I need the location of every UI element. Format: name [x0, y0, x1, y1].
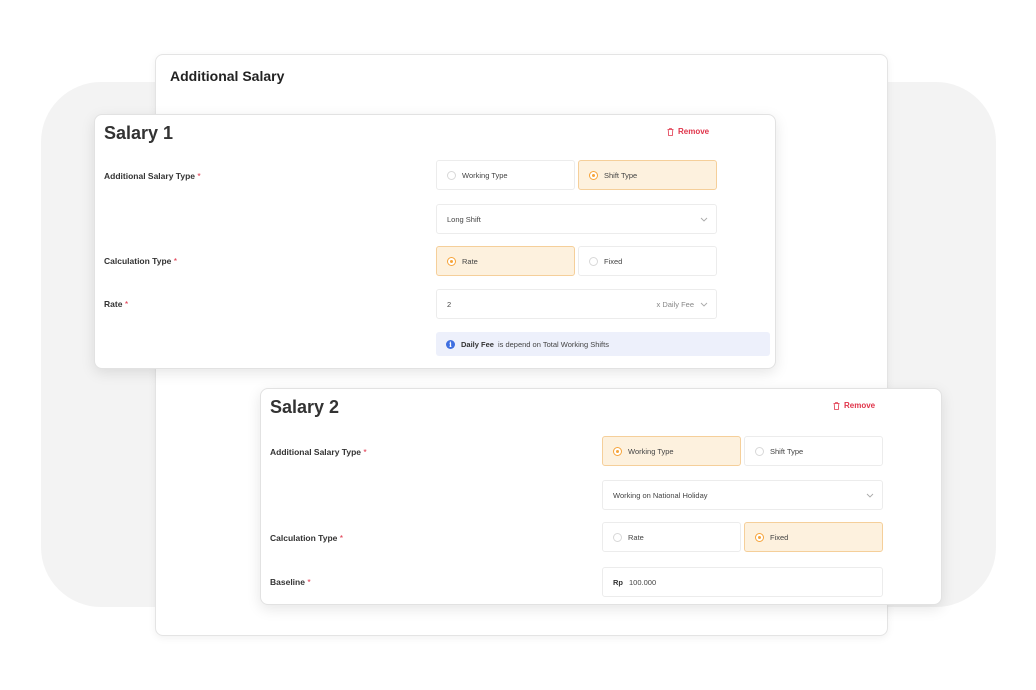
daily-fee-info: i Daily Fee is depend on Total Working Sh… — [436, 332, 770, 356]
radio-selected-icon — [613, 446, 622, 456]
salary-1-fixed-radio[interactable]: Fixed — [578, 246, 717, 276]
salary-2-type-select[interactable]: Working on National Holiday — [602, 480, 883, 510]
salary-1-working-type-radio[interactable]: Working Type — [436, 160, 575, 190]
radio-selected-icon — [755, 532, 764, 542]
salary-1-title: Salary 1 — [104, 123, 174, 143]
info-icon: i — [446, 339, 455, 349]
rate-label: Rate * — [104, 299, 129, 309]
salary-2-remove-button[interactable]: Remove — [833, 401, 875, 410]
salary-card-2: Salary 2 Remove Additional Salary Type *… — [260, 388, 942, 605]
salary-2-fixed-radio[interactable]: Fixed — [744, 522, 883, 552]
salary-1-remove-button[interactable]: Remove — [667, 127, 709, 136]
salary-1-shift-type-radio[interactable]: Shift Type — [578, 160, 717, 190]
chevron-down-icon — [700, 217, 708, 222]
radio-icon — [755, 446, 764, 456]
chevron-down-icon — [700, 302, 708, 307]
radio-icon — [613, 532, 622, 542]
salary-2-title: Salary 2 — [270, 397, 340, 417]
salary-2-working-type-radio[interactable]: Working Type — [602, 436, 741, 466]
calculation-type-label: Calculation Type * — [104, 256, 178, 266]
salary-1-type-select[interactable]: Long Shift — [436, 204, 717, 234]
salary-2-baseline-input[interactable]: Rp 100.000 — [602, 567, 883, 597]
salary-2-rate-radio[interactable]: Rate — [602, 522, 741, 552]
additional-salary-type-label: Additional Salary Type * — [104, 171, 201, 181]
salary-card-1: Salary 1 Remove Additional Salary Type *… — [94, 114, 776, 369]
remove-label: Remove — [844, 401, 876, 410]
radio-selected-icon — [589, 170, 598, 180]
salary-1-rate-input[interactable]: 2 x Daily Fee — [436, 289, 717, 319]
rate-unit-select[interactable]: x Daily Fee — [656, 300, 708, 309]
currency-prefix: Rp — [613, 577, 623, 587]
additional-salary-type-label: Additional Salary Type * — [270, 447, 367, 457]
remove-label: Remove — [678, 127, 710, 136]
baseline-label: Baseline * — [270, 577, 311, 587]
radio-icon — [447, 170, 456, 180]
calculation-type-label: Calculation Type * — [270, 533, 344, 543]
trash-icon — [667, 127, 674, 136]
chevron-down-icon — [866, 493, 874, 498]
salary-2-shift-type-radio[interactable]: Shift Type — [744, 436, 883, 466]
salary-1-rate-radio[interactable]: Rate — [436, 246, 575, 276]
radio-selected-icon — [447, 256, 456, 266]
panel-title: Additional Salary — [170, 68, 285, 84]
trash-icon — [833, 401, 840, 410]
radio-icon — [589, 256, 598, 266]
